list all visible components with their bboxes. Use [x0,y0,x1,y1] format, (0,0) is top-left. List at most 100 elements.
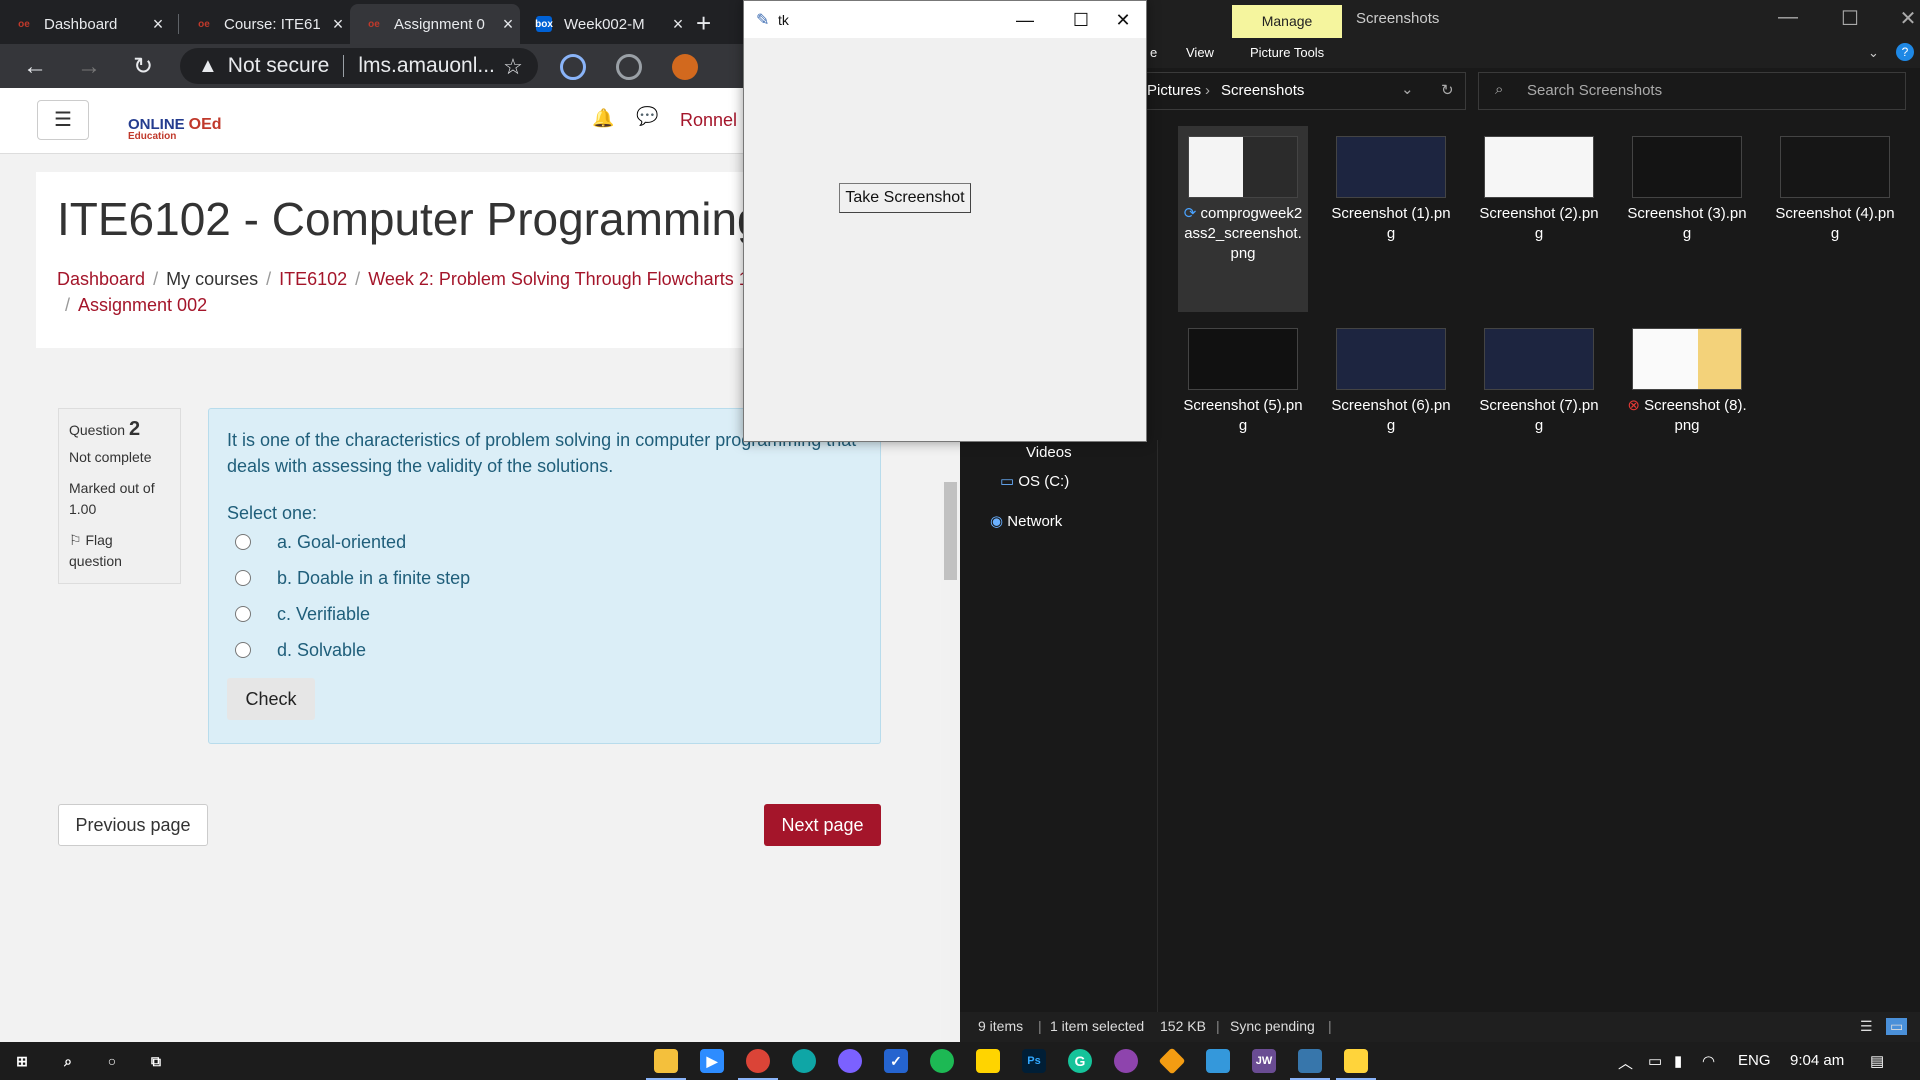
answer-option[interactable]: c. Verifiable [227,596,862,632]
extension-icon[interactable] [560,54,586,80]
minimize-icon[interactable]: — [1002,5,1048,35]
flag-question-link[interactable]: ⚐ Flag question [69,530,170,572]
close-tab-icon[interactable]: × [326,14,350,35]
search-icon[interactable]: ⌕ [56,1049,80,1073]
file-item[interactable]: Screenshot (3).png [1622,126,1752,244]
chevron-down-icon[interactable]: ⌄ [1868,45,1879,61]
nav-item-os-c[interactable]: ▭ OS (C:) [1000,472,1069,490]
python-icon[interactable] [1290,1049,1330,1080]
tab-dashboard[interactable]: oe Dashboard × [0,4,170,44]
close-icon[interactable]: ✕ [1888,6,1920,31]
tab-assignment[interactable]: oe Assignment 0 × [350,4,520,44]
help-icon[interactable]: ? [1896,43,1914,61]
reload-icon[interactable]: ↻ [128,52,158,82]
photoshop-icon[interactable]: Ps [1022,1049,1046,1073]
close-tab-icon[interactable]: × [146,14,170,35]
back-icon[interactable]: ← [20,52,50,82]
file-item[interactable]: Screenshot (5).png [1178,318,1308,436]
breadcrumb-assignment[interactable]: Assignment 002 [78,295,207,315]
menu-toggle-button[interactable]: ☰ [37,100,89,140]
maximize-icon[interactable]: ☐ [1830,6,1870,31]
python-tk-icon[interactable] [1336,1049,1376,1080]
breadcrumb-dashboard[interactable]: Dashboard [57,269,145,289]
chrome-icon[interactable] [738,1049,778,1080]
answer-option[interactable]: a. Goal-oriented [227,524,862,560]
breadcrumb-course[interactable]: ITE6102 [279,269,347,289]
chevron-down-icon[interactable]: ⌄ [1401,80,1414,98]
close-icon[interactable]: ✕ [1100,5,1146,35]
forward-icon[interactable]: → [74,52,104,82]
clock[interactable]: 9:04 am [1790,1052,1844,1069]
wifi-icon[interactable]: ◠ [1702,1052,1715,1070]
extension-icon[interactable] [616,54,642,80]
app-icon[interactable] [1206,1049,1230,1073]
edge-icon[interactable] [792,1049,816,1073]
app-icon[interactable] [1114,1049,1138,1073]
radio-button[interactable] [235,642,251,658]
file-item[interactable]: Screenshot (1).png [1326,126,1456,244]
file-item[interactable]: ⟳ comprogweek2ass2_screenshot.png [1178,126,1308,312]
ribbon-tab-picture-tools[interactable]: Picture Tools [1250,45,1324,60]
page-scrollbar[interactable] [941,482,960,1042]
ribbon-tab-view[interactable]: View [1186,45,1214,60]
task-view-icon[interactable]: ⧉ [144,1049,168,1073]
close-tab-icon[interactable]: × [496,14,520,35]
large-icons-view-icon[interactable]: ▭ [1886,1018,1908,1035]
radio-button[interactable] [235,570,251,586]
nav-item-videos[interactable]: Videos [1026,444,1072,461]
close-tab-icon[interactable]: × [666,14,690,35]
file-item[interactable]: Screenshot (7).png [1474,318,1604,436]
previous-page-button[interactable]: Previous page [58,804,208,846]
tab-week002[interactable]: box Week002-M × [520,4,690,44]
maximize-icon[interactable]: ☐ [1058,5,1104,35]
new-tab-icon[interactable]: + [696,8,711,39]
nav-item-network[interactable]: ◉ Network [990,512,1062,530]
scrollbar-thumb[interactable] [944,482,957,580]
file-item[interactable]: Screenshot (4).png [1770,126,1900,244]
messenger-icon[interactable] [838,1049,862,1073]
take-screenshot-button[interactable]: Take Screenshot [839,183,971,213]
todo-icon[interactable]: ✓ [884,1049,908,1073]
user-menu[interactable]: Ronnel [680,110,737,131]
jw-icon[interactable]: JW [1252,1049,1276,1073]
tk-window: ✎ tk — ☐ ✕ Take Screenshot [743,0,1147,442]
refresh-icon[interactable]: ↻ [1441,81,1454,99]
radio-button[interactable] [235,534,251,550]
zoom-icon[interactable]: ▶ [700,1049,724,1073]
address-bar[interactable]: ▲ Not secure lms.amauonl... [180,48,538,84]
flag-icon: ⚐ [69,532,82,548]
notification-bell-icon[interactable]: 🔔 [592,108,614,129]
search-box[interactable]: ⌕ Search Screenshots [1478,72,1906,110]
radio-button[interactable] [235,606,251,622]
breadcrumb-week[interactable]: Week 2: Problem Solving Through Flowchar… [368,269,749,289]
details-view-icon[interactable]: ☰ [1860,1018,1873,1035]
online-education-logo[interactable]: ONLINE OEd Education [128,116,222,142]
cookie-extension-icon[interactable] [672,54,698,80]
tab-course[interactable]: oe Course: ITE61 × [180,4,350,44]
battery-icon[interactable]: ▮ [1674,1052,1682,1070]
cortana-icon[interactable]: ○ [100,1049,124,1073]
file-explorer-icon[interactable] [646,1049,686,1080]
file-item[interactable]: Screenshot (6).png [1326,318,1456,436]
messages-icon[interactable]: 💬 [636,106,658,127]
device-icon[interactable]: ▭ [1648,1052,1662,1070]
app-icon[interactable] [930,1049,954,1073]
app-icon[interactable] [1158,1047,1186,1075]
windows-start-icon[interactable]: ⊞ [10,1049,34,1073]
grammarly-icon[interactable]: G [1068,1049,1092,1073]
address-segment[interactable]: Screenshots [1221,82,1304,99]
check-button[interactable]: Check [227,678,315,720]
bookmark-star-icon[interactable]: ☆ [498,52,528,82]
sticky-notes-icon[interactable] [976,1049,1000,1073]
next-page-button[interactable]: Next page [764,804,881,846]
answer-option[interactable]: b. Doable in a finite step [227,560,862,596]
answer-option[interactable]: d. Solvable [227,632,862,668]
address-segment[interactable]: Pictures [1147,82,1201,99]
file-item[interactable]: Screenshot (2).png [1474,126,1604,244]
chevron-up-icon[interactable]: ︿ [1618,1052,1633,1073]
notifications-icon[interactable]: ▤ [1870,1052,1884,1070]
manage-tab[interactable]: Manage [1232,5,1342,38]
file-item[interactable]: ⊗ Screenshot (8).png [1622,318,1752,436]
minimize-icon[interactable]: — [1768,6,1808,29]
language-indicator[interactable]: ENG [1738,1052,1771,1069]
